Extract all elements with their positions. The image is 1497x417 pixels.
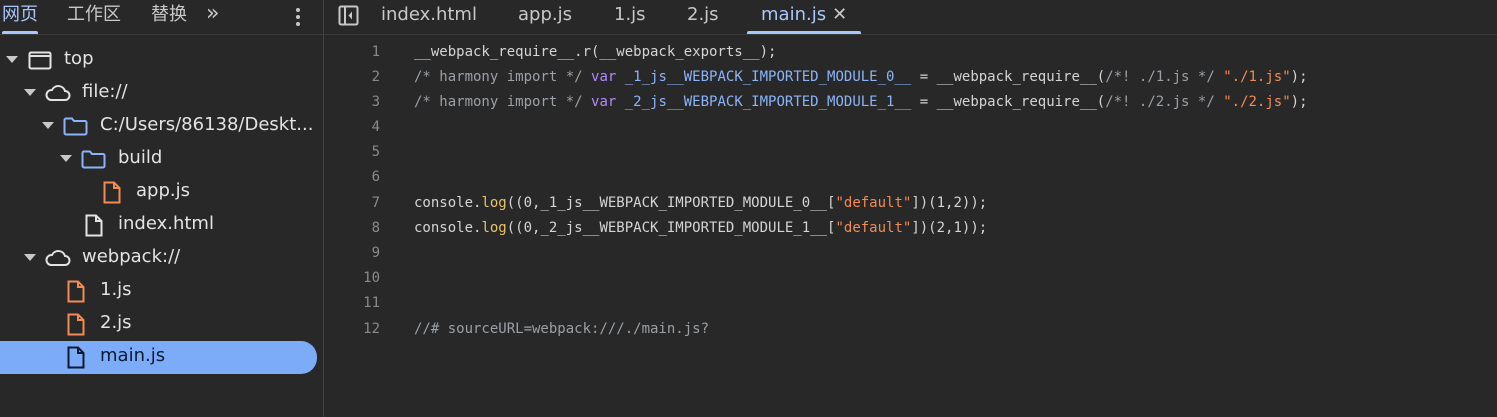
comment-token: /* harmony import */	[414, 69, 592, 85]
tree-item-label: top	[64, 48, 94, 69]
expand-triangle-icon[interactable]	[60, 155, 72, 162]
code-line: /* harmony import */ var _2_js__WEBPACK_…	[414, 94, 1308, 110]
code-text: );	[1290, 94, 1308, 110]
string-token: "default"	[835, 195, 912, 211]
code-line: /* harmony import */ var _1_js__WEBPACK_…	[414, 69, 1308, 85]
line-number: 2	[371, 69, 380, 85]
tab-main-js[interactable]: main.js ✕	[747, 0, 862, 34]
devtools-sources-panel: 网页 工作区 替换 » top file:// C:/Users/86138/D…	[0, 0, 1497, 417]
code-text: ((0,_1_js__WEBPACK_IMPORTED_MODULE_0__[	[506, 195, 836, 211]
toggle-navigator-icon[interactable]	[338, 5, 359, 26]
code-line: console.log((0,_2_js__WEBPACK_IMPORTED_M…	[414, 220, 987, 236]
expand-triangle-icon[interactable]	[24, 254, 36, 261]
line-number: 1	[371, 44, 380, 60]
function-token: log	[481, 220, 507, 236]
line-number: 7	[371, 195, 380, 211]
comment-token: /* harmony import */	[414, 94, 592, 110]
line-number: 9	[371, 245, 380, 261]
function-token: log	[481, 195, 507, 211]
frame-icon	[28, 51, 52, 70]
line-number: 8	[371, 220, 380, 236]
file-icon	[67, 346, 85, 369]
tree-item-app-js[interactable]: app.js	[0, 176, 323, 209]
tab-label: main.js	[761, 4, 827, 25]
tree-item-label: 2.js	[100, 312, 132, 333]
code-text: console.	[414, 195, 482, 211]
tree-item-main-js[interactable]: main.js	[0, 341, 317, 374]
tab-1-js[interactable]: 1.js	[614, 0, 646, 34]
js-file-icon	[67, 280, 85, 303]
string-token: "./2.js"	[1223, 94, 1291, 110]
close-tab-icon[interactable]: ✕	[832, 0, 847, 30]
variable-token: _1_js__WEBPACK_IMPORTED_MODULE_0__	[624, 69, 912, 85]
tree-item-label: webpack://	[82, 246, 181, 267]
tab-index-html[interactable]: index.html	[381, 0, 477, 34]
code-line: __webpack_require__.r(__webpack_exports_…	[414, 44, 776, 60]
expand-triangle-icon[interactable]	[42, 122, 54, 129]
tree-item-desktop-folder[interactable]: C:/Users/86138/Deskt...	[0, 110, 323, 143]
js-file-icon	[103, 181, 121, 204]
expand-triangle-icon[interactable]	[24, 89, 36, 96]
active-tab-indicator	[747, 31, 862, 34]
file-icon	[85, 214, 103, 237]
expand-triangle-icon[interactable]	[6, 56, 18, 63]
tab-2-js[interactable]: 2.js	[687, 0, 719, 34]
tree-item-label: C:/Users/86138/Deskt...	[100, 114, 314, 135]
tree-item-file[interactable]: file://	[0, 77, 323, 110]
more-tabs-button[interactable]: »	[206, 0, 219, 34]
navigator-sidebar: 网页 工作区 替换 » top file:// C:/Users/86138/D…	[0, 0, 324, 417]
tab-overrides[interactable]: 替换	[151, 0, 187, 34]
comment-token: /*! ./1.js */	[1105, 69, 1215, 85]
line-number: 6	[371, 169, 380, 185]
editor-tab-bar: index.html app.js 1.js 2.js main.js ✕	[324, 0, 1497, 35]
tab-app-js[interactable]: app.js	[518, 0, 572, 34]
tree-item-build[interactable]: build	[0, 143, 323, 176]
code-text: );	[1290, 69, 1308, 85]
js-file-icon	[67, 313, 85, 336]
tab-workspace[interactable]: 工作区	[67, 0, 121, 34]
tab-page[interactable]: 网页	[2, 0, 38, 34]
tree-item-label: build	[118, 147, 163, 168]
tree-item-top[interactable]: top	[0, 44, 323, 77]
line-number: 5	[371, 144, 380, 160]
code-text: ])(1,2));	[911, 195, 988, 211]
tree-item-label: file://	[82, 81, 128, 102]
keyword-token: var	[591, 69, 617, 85]
tree-item-webpack[interactable]: webpack://	[0, 242, 323, 275]
code-text: ((0,_2_js__WEBPACK_IMPORTED_MODULE_1__[	[506, 220, 836, 236]
tree-item-label: app.js	[136, 180, 190, 201]
tree-item-index-html[interactable]: index.html	[0, 209, 323, 242]
line-number: 4	[371, 119, 380, 135]
tree-item-2-js[interactable]: 2.js	[0, 308, 323, 341]
folder-icon	[81, 150, 106, 169]
more-options-icon[interactable]	[288, 4, 308, 30]
code-editor[interactable]: 1 2 3 4 5 6 7 8 9 10 11 12 __webpack_req…	[324, 35, 1497, 417]
string-token: "default"	[835, 220, 912, 236]
comment-token: /*! ./2.js */	[1105, 94, 1215, 110]
line-number: 11	[363, 295, 380, 311]
code-text: __webpack_require__.r(__webpack_exports_…	[414, 44, 777, 60]
code-line: console.log((0,_1_js__WEBPACK_IMPORTED_M…	[414, 195, 987, 211]
line-number: 3	[371, 94, 380, 110]
navigator-tabs: 网页 工作区 替换 »	[0, 0, 323, 35]
tree-item-1-js[interactable]: 1.js	[0, 275, 323, 308]
code-text: = __webpack_require__(	[911, 94, 1106, 110]
code-text: = __webpack_require__(	[911, 69, 1106, 85]
comment-token: //# sourceURL=webpack:///./main.js?	[414, 321, 710, 337]
line-number: 12	[363, 321, 380, 337]
keyword-token: var	[591, 94, 617, 110]
variable-token: _2_js__WEBPACK_IMPORTED_MODULE_1__	[624, 94, 912, 110]
tree-item-label: main.js	[100, 345, 166, 366]
tree-item-label: 1.js	[100, 279, 132, 300]
folder-icon	[63, 117, 88, 136]
code-text: console.	[414, 220, 482, 236]
code-text: ])(2,1));	[911, 220, 988, 236]
string-token: "./1.js"	[1223, 69, 1291, 85]
tree-item-label: index.html	[118, 213, 214, 234]
code-line: //# sourceURL=webpack:///./main.js?	[414, 321, 709, 337]
cloud-icon	[45, 85, 71, 101]
cloud-icon	[45, 250, 71, 266]
line-number: 10	[363, 270, 380, 286]
